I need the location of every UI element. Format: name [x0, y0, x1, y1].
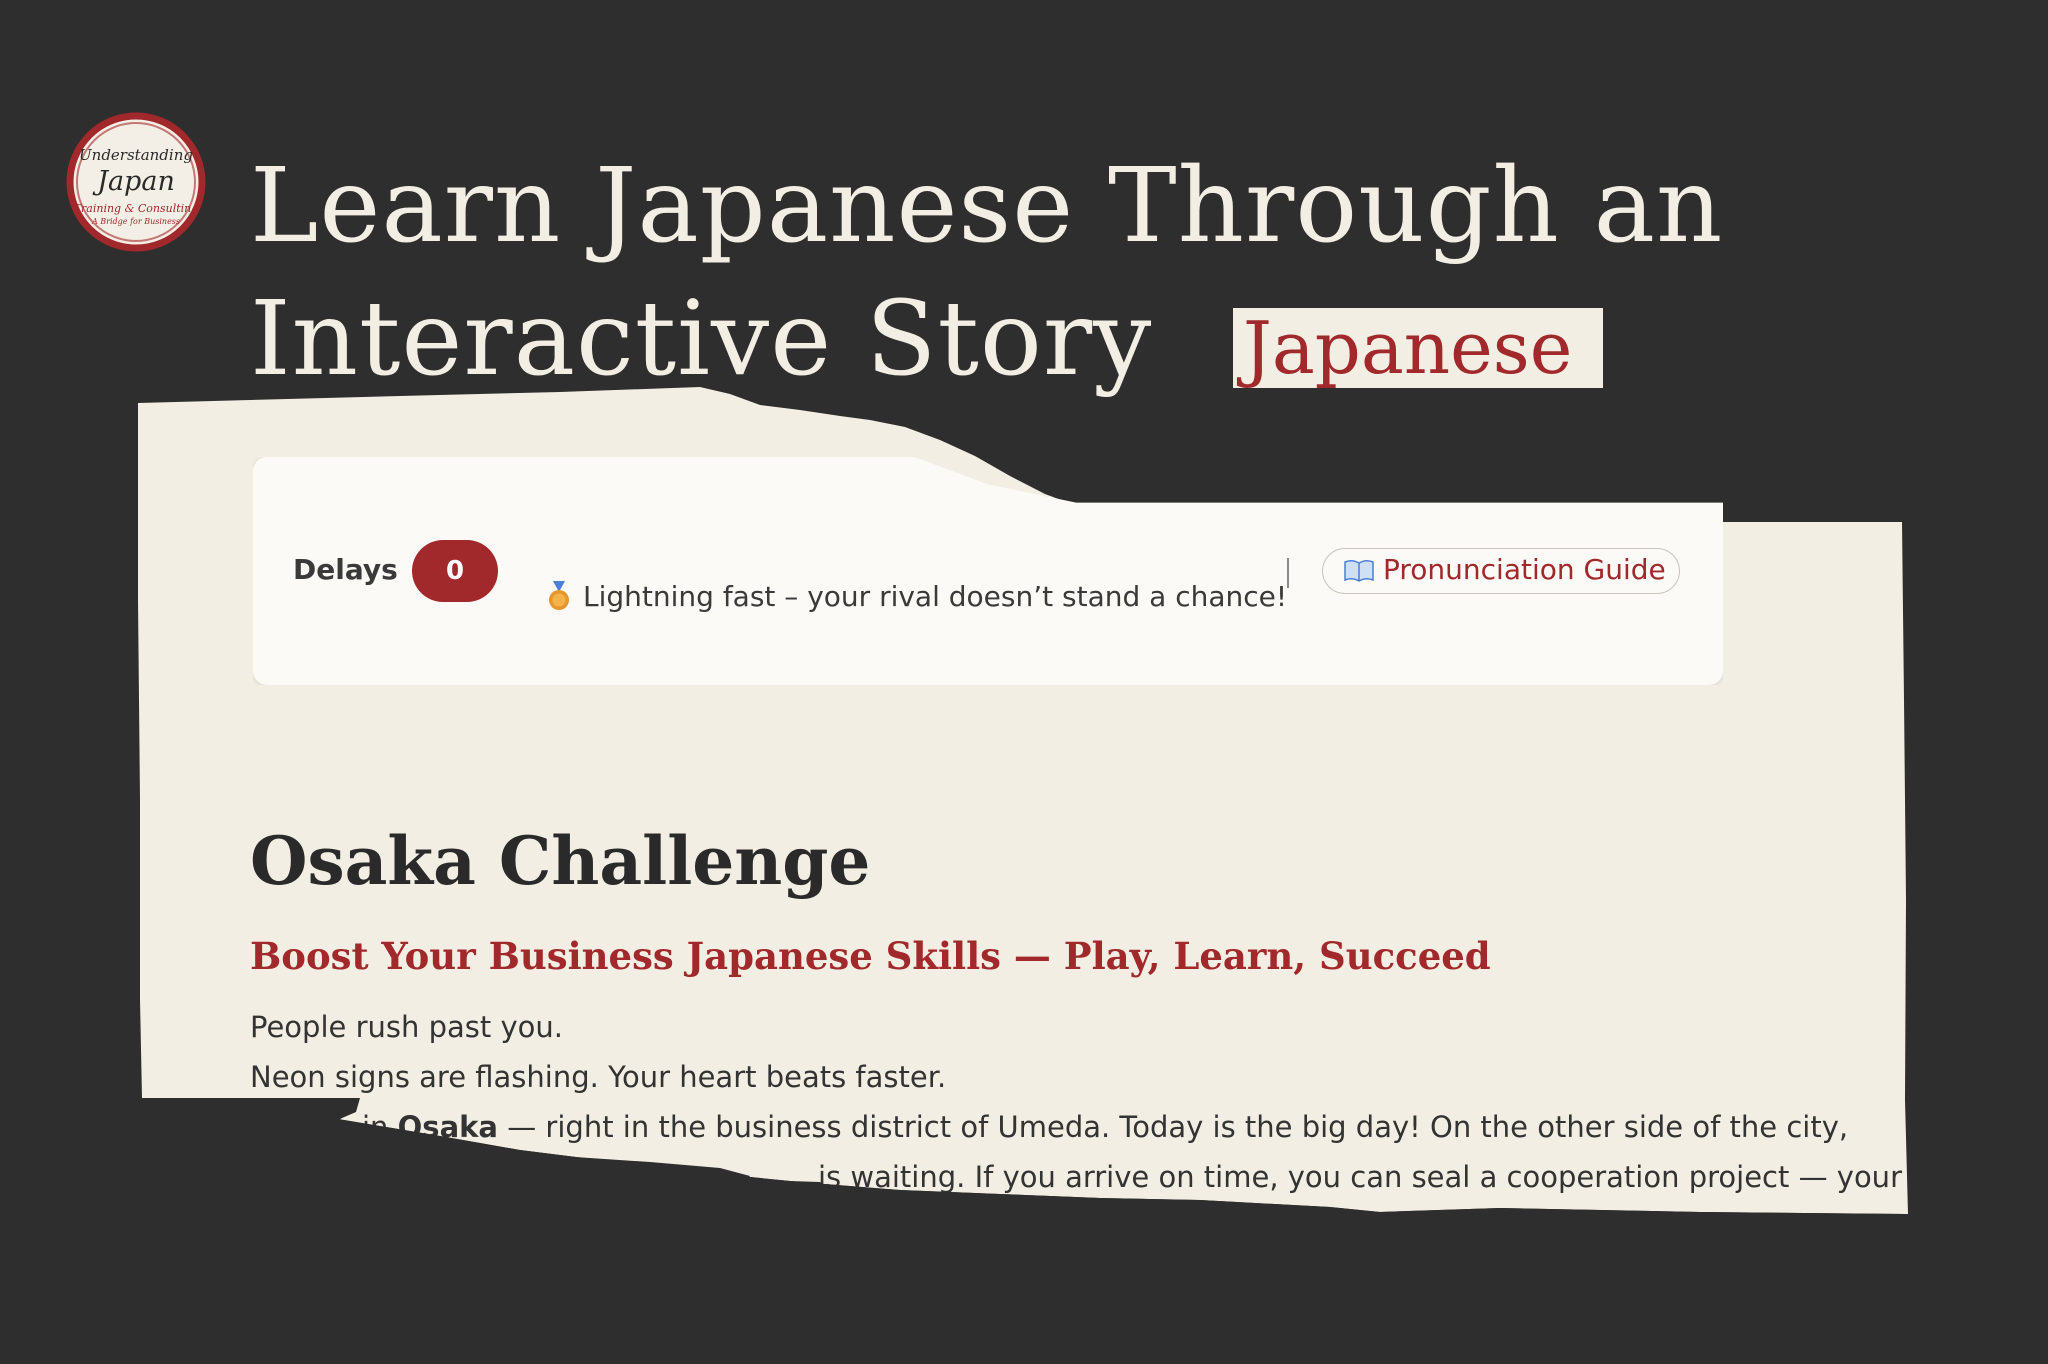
status-message-text: Lightning fast – your rival doesn’t stan… — [583, 580, 1288, 613]
story-line-3-pre: in — [362, 1110, 398, 1144]
story-line-2: Neon signs are flashing. Your heart beat… — [250, 1060, 947, 1094]
divider — [1287, 558, 1289, 588]
story-line-1: People rush past you. — [250, 1010, 563, 1044]
story-subtitle: Boost Your Business Japanese Skills — Pl… — [250, 934, 1491, 978]
status-message: Lightning fast – your rival doesn’t stan… — [545, 580, 1287, 613]
story-line-4: is waiting. If you arrive on time, you c… — [818, 1160, 1902, 1194]
story-line-3-city: Osaka — [397, 1110, 498, 1144]
delays-count-badge: 0 — [412, 540, 498, 602]
story-line-3-post: — right in the business district of Umed… — [498, 1110, 1849, 1144]
story-text: People rush past you. Neon signs are fla… — [250, 1002, 1902, 1202]
pronunciation-guide-label: Pronunciation Guide — [1383, 553, 1666, 586]
delays-label: Delays — [293, 553, 398, 586]
open-book-icon — [1343, 553, 1375, 582]
story-line-3: in Osaka — right in the business distric… — [250, 1102, 1848, 1152]
story-title: Osaka Challenge — [250, 822, 871, 900]
medal-icon — [545, 581, 573, 611]
pronunciation-guide-button[interactable]: Pronunciation Guide — [1322, 548, 1680, 594]
